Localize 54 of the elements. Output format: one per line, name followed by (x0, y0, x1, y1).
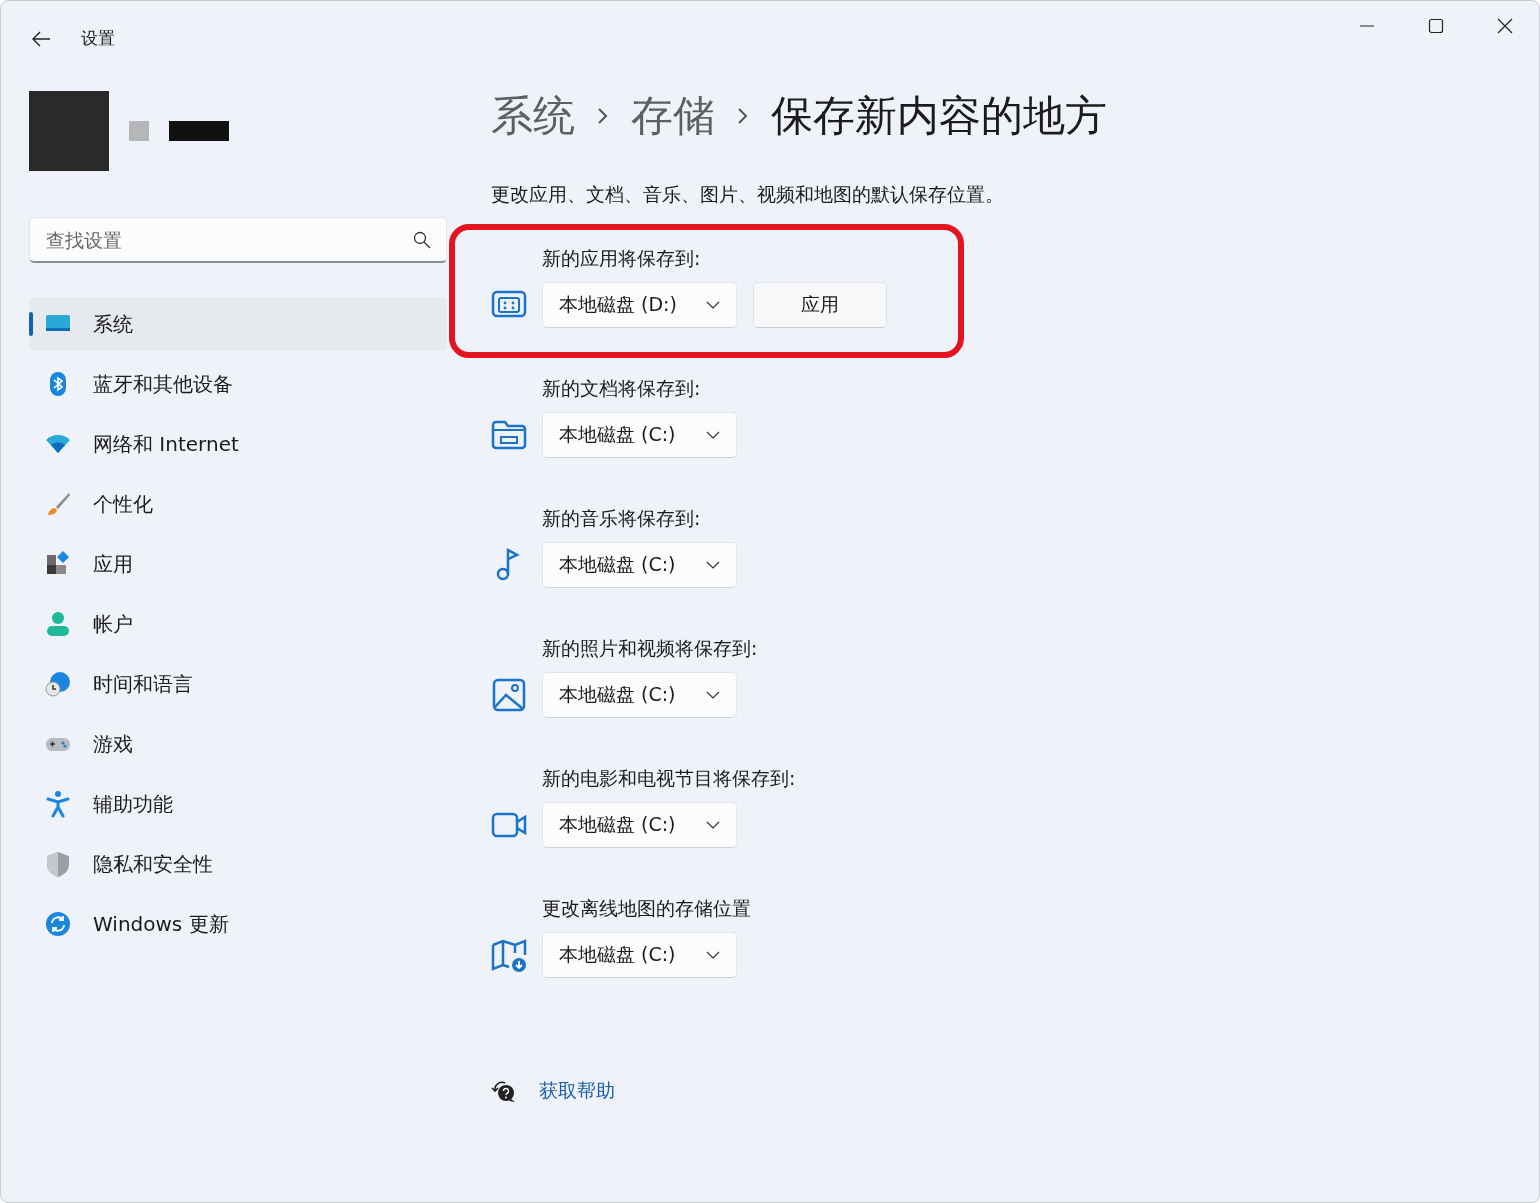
drive-dropdown[interactable]: 本地磁盘 (D:) (542, 282, 737, 328)
sidebar-item[interactable]: 辅助功能 (29, 777, 447, 831)
pixelated-block (129, 121, 149, 141)
refresh-icon (44, 910, 72, 938)
sidebar-item[interactable]: 系统 (29, 297, 447, 351)
selection-indicator (29, 312, 33, 336)
person-icon (44, 610, 72, 638)
setting-label: 新的文档将保存到: (542, 376, 702, 401)
chevron-down-icon (706, 821, 720, 829)
setting-label: 新的应用将保存到: (542, 246, 702, 271)
image-icon (491, 677, 527, 713)
chevron-right-icon (737, 107, 749, 125)
chevron-down-icon (706, 431, 720, 439)
sidebar-item[interactable]: 隐私和安全性 (29, 837, 447, 891)
drive-dropdown[interactable]: 本地磁盘 (C:) (542, 542, 737, 588)
sidebar-item[interactable]: Windows 更新 (29, 897, 447, 951)
shield-icon (44, 850, 72, 878)
breadcrumb-link[interactable]: 存储 (631, 88, 715, 144)
chevron-right-icon (597, 107, 609, 125)
sidebar-item[interactable]: 帐户 (29, 597, 447, 651)
drive-dropdown[interactable]: 本地磁盘 (C:) (542, 932, 737, 978)
apply-button[interactable]: 应用 (753, 282, 887, 328)
chevron-down-icon (706, 691, 720, 699)
setting-label: 新的照片和视频将保存到: (542, 636, 759, 661)
sidebar-item[interactable]: 应用 (29, 537, 447, 591)
drive-dropdown[interactable]: 本地磁盘 (C:) (542, 672, 737, 718)
sidebar-item[interactable]: 时间和语言 (29, 657, 447, 711)
map-download-icon (491, 937, 527, 973)
sidebar-item[interactable]: 网络和 Internet (29, 417, 447, 471)
drive-dropdown[interactable]: 本地磁盘 (C:) (542, 412, 737, 458)
window-title: 设置 (81, 27, 115, 50)
sidebar-item[interactable]: 蓝牙和其他设备 (29, 357, 447, 411)
chevron-down-icon (706, 561, 720, 569)
help-chat-icon (491, 1078, 517, 1104)
page-title: 保存新内容的地方 (771, 90, 1107, 142)
sidebar-item[interactable]: 游戏 (29, 717, 447, 771)
setting-label: 新的电影和电视节目将保存到: (542, 766, 797, 791)
setting-label: 更改离线地图的存储位置 (542, 896, 752, 921)
minimize-icon (1358, 25, 1375, 27)
get-help-link[interactable]: 获取帮助 (539, 1078, 615, 1104)
pixelated-name (169, 121, 229, 141)
maximize-icon (1427, 18, 1444, 34)
globe-clock-icon (44, 670, 72, 698)
search-icon (413, 231, 431, 249)
search-field[interactable]: 查找设置 (29, 217, 447, 263)
description-text: 更改应用、文档、音乐、图片、视频和地图的默认保存位置。 (491, 182, 1005, 207)
drive-dropdown[interactable]: 本地磁盘 (C:) (542, 802, 737, 848)
chevron-down-icon (706, 951, 720, 959)
breadcrumb-link[interactable]: 系统 (491, 88, 575, 144)
close-icon (1496, 18, 1513, 34)
accessibility-icon (44, 790, 72, 818)
chevron-down-icon (706, 301, 720, 309)
sidebar-item[interactable]: 个性化 (29, 477, 447, 531)
setting-label: 新的音乐将保存到: (542, 506, 702, 531)
